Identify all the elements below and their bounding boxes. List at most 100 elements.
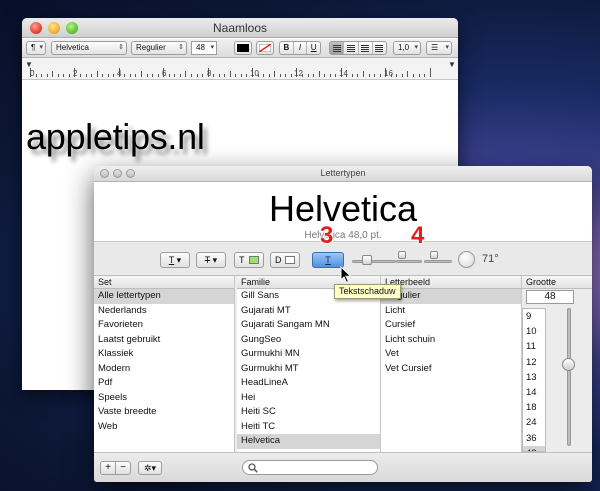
size-slider-knob[interactable] xyxy=(562,358,575,371)
add-collection-button[interactable]: + xyxy=(100,461,116,475)
list-item[interactable]: Web xyxy=(94,420,234,435)
size-slider[interactable] xyxy=(567,308,571,446)
list-item[interactable]: 9 xyxy=(523,309,545,324)
list-item[interactable]: Laatst gebruikt xyxy=(94,333,234,348)
list-item[interactable]: Vet Cursief xyxy=(381,362,521,377)
ruler-tick xyxy=(124,74,126,77)
list-item[interactable]: 12 xyxy=(523,355,545,370)
text-color-well[interactable] xyxy=(234,41,252,55)
italic-button[interactable]: I xyxy=(294,42,308,54)
ruler-tick xyxy=(68,74,70,77)
list-item[interactable]: Vet xyxy=(381,347,521,362)
document-color-button[interactable]: D xyxy=(270,252,300,268)
font-size-combo[interactable]: 48 ▾ xyxy=(191,41,217,55)
list-item[interactable]: 14 xyxy=(523,385,545,400)
align-justify-button[interactable] xyxy=(373,42,386,54)
ruler-tick xyxy=(318,71,320,77)
ruler-tick xyxy=(429,68,431,77)
list-item[interactable]: Regulier xyxy=(381,289,521,304)
chevron-down-icon: ▾ xyxy=(414,44,418,51)
strikethrough-popup[interactable]: T ▾ xyxy=(196,252,226,268)
ruler-tick xyxy=(263,74,265,77)
list-item[interactable]: 10 xyxy=(523,324,545,339)
list-bullets-popup[interactable]: ☰ ▾ xyxy=(426,41,452,55)
ruler-tick xyxy=(401,74,403,77)
list-item[interactable]: 24 xyxy=(523,415,545,430)
shadow-offset-knob[interactable] xyxy=(430,251,438,259)
list-item[interactable]: Pdf xyxy=(94,376,234,391)
black-swatch xyxy=(237,44,249,52)
document-text[interactable]: appletips.nl xyxy=(26,116,205,158)
list-item[interactable]: 18 xyxy=(523,400,545,415)
size-input[interactable]: 48 xyxy=(526,290,574,304)
list-item[interactable]: Klassiek xyxy=(94,347,234,362)
list-item[interactable]: Gurmukhi MN xyxy=(237,347,380,362)
list-item[interactable]: Licht schuin xyxy=(381,333,521,348)
shadow-opacity-knob[interactable] xyxy=(362,255,372,265)
ruler-tick xyxy=(152,74,154,77)
shadow-angle-dial[interactable] xyxy=(458,251,475,268)
list-item[interactable]: Modern xyxy=(94,362,234,377)
text-color-button[interactable]: T xyxy=(234,252,264,268)
remove-collection-button[interactable]: − xyxy=(115,461,131,475)
list-item[interactable]: Helvetica xyxy=(237,434,380,449)
list-item[interactable]: Vaste breedte xyxy=(94,405,234,420)
list-item[interactable]: Hei xyxy=(237,391,380,406)
right-margin-marker-icon[interactable]: ▼ xyxy=(448,60,456,69)
list-item[interactable]: Alle lettertypen xyxy=(94,289,234,304)
list-item[interactable]: GungSeo xyxy=(237,333,380,348)
font-family-popup[interactable]: Helvetica ⇕ xyxy=(51,41,127,55)
ruler-tick xyxy=(418,74,420,77)
ruler[interactable]: ▼ ▼ 0 2 4 6 8 10 12 14 16 xyxy=(22,58,458,80)
ruler-tick xyxy=(179,74,181,77)
list-item[interactable]: HeadLineA xyxy=(237,376,380,391)
list-item[interactable]: 36 xyxy=(523,431,545,446)
ruler-tick xyxy=(157,74,159,77)
font-style-popup[interactable]: Regulier ⇕ xyxy=(131,41,187,55)
list-item[interactable]: Heiti SC xyxy=(237,405,380,420)
list-item[interactable]: Gujarati Sangam MN xyxy=(237,318,380,333)
font-family-value: Helvetica xyxy=(56,43,89,52)
fonts-panel: Lettertypen Helvetica Helvetica 48,0 pt.… xyxy=(94,166,592,482)
list-item[interactable]: Speels xyxy=(94,391,234,406)
chevron-down-icon: ▾ xyxy=(39,44,43,51)
highlight-color-well[interactable] xyxy=(256,41,274,55)
underline-button[interactable]: U xyxy=(307,42,320,54)
tab-stop-marker-icon[interactable]: ▼ xyxy=(25,60,33,69)
list-item[interactable]: Gujarati MT xyxy=(237,304,380,319)
ruler-tick xyxy=(107,74,109,77)
action-menu-button[interactable]: ✲▾ xyxy=(138,461,162,475)
shadow-blur-slider[interactable] xyxy=(396,260,422,263)
list-item[interactable]: Licht xyxy=(381,304,521,319)
shadow-offset-slider[interactable] xyxy=(424,260,452,263)
fonts-panel-titlebar[interactable]: Lettertypen xyxy=(94,166,592,182)
shadow-blur-knob[interactable] xyxy=(398,251,406,259)
paragraph-style-popup[interactable]: ¶ ▾ xyxy=(26,41,46,55)
list-item[interactable]: 11 xyxy=(523,339,545,354)
ruler-tick xyxy=(324,74,326,77)
search-input[interactable] xyxy=(242,460,378,475)
mouse-cursor-icon xyxy=(340,266,352,284)
list-item[interactable]: 13 xyxy=(523,370,545,385)
ruler-tick xyxy=(129,74,131,77)
typeface-list: Regulier Licht Cursief Licht schuin Vet … xyxy=(381,289,522,452)
list-item[interactable]: Nederlands xyxy=(94,304,234,319)
align-left-button[interactable] xyxy=(330,42,345,54)
ruler-tick xyxy=(357,74,359,77)
list-item[interactable]: Heiti TC xyxy=(237,420,380,435)
align-justify-icon xyxy=(375,45,384,52)
bold-button[interactable]: B xyxy=(280,42,294,54)
ruler-tick xyxy=(240,74,242,77)
list-item[interactable]: Gurmukhi MT xyxy=(237,362,380,377)
list-item[interactable]: Favorieten xyxy=(94,318,234,333)
line-spacing-popup[interactable]: 1,0 ▾ xyxy=(393,41,421,55)
annotation-number-4: 4 xyxy=(411,222,425,249)
chevron-down-icon: ▾ xyxy=(212,255,218,265)
shadow-opacity-slider[interactable] xyxy=(352,260,396,263)
ruler-tick xyxy=(202,74,204,77)
align-center-button[interactable] xyxy=(344,42,359,54)
list-item[interactable]: Cursief xyxy=(381,318,521,333)
align-right-button[interactable] xyxy=(359,42,373,54)
underline-popup[interactable]: T ▾ xyxy=(160,252,190,268)
textedit-titlebar[interactable]: Naamloos xyxy=(22,18,458,38)
